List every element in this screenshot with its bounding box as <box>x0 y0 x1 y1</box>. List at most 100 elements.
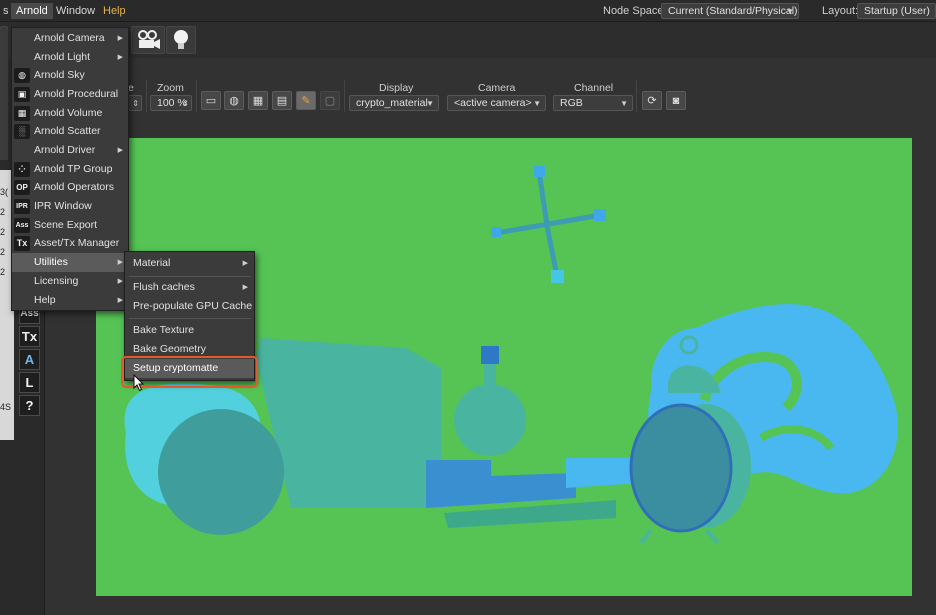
zoom-field[interactable]: 100 % ⇕ <box>150 95 192 111</box>
display-value: crypto_material <box>356 97 428 109</box>
menu-window[interactable]: Window <box>51 3 100 19</box>
palette-help-button[interactable]: ? <box>19 395 40 416</box>
menu-separator <box>129 276 251 277</box>
film-camera-icon <box>138 30 160 49</box>
submenu-arrow-icon: ▶ <box>117 54 123 61</box>
overlay-button[interactable]: ▤ <box>272 91 292 110</box>
chevron-down-icon: ▼ <box>426 99 434 108</box>
menu-item-help[interactable]: Help ▶ <box>12 291 128 310</box>
menu-item-ipr-window[interactable]: IPR IPR Window <box>12 197 128 216</box>
grid-icon: ▦ <box>252 95 264 107</box>
monitor-icon: ▭ <box>205 95 217 107</box>
truncated-spinner[interactable]: ⇕ <box>128 95 142 111</box>
menu-item-arnold-sky[interactable]: ◍ Arnold Sky <box>12 66 128 85</box>
brush-icon: ✎ <box>301 95 311 107</box>
submenu-arrow-icon: ▶ <box>117 297 123 304</box>
node-space-dropdown[interactable]: Current (Standard/Physical) ▼ <box>661 3 799 19</box>
region-button[interactable]: ▦ <box>248 91 268 110</box>
spinner-icon: ⇕ <box>182 99 189 108</box>
channel-value: RGB <box>560 97 583 109</box>
ass-export-icon: Ass <box>14 218 30 233</box>
menu-item-arnold-tp-group[interactable]: ⁘ Arnold TP Group <box>12 160 128 179</box>
bottle-cap-shape <box>481 346 499 364</box>
menu-item-prepopulate-gpu-cache[interactable]: Pre-populate GPU Cache <box>125 297 254 316</box>
palette-arnold-button[interactable]: A <box>19 349 40 370</box>
menu-item-asset-tx-manager[interactable]: Tx Asset/Tx Manager <box>12 234 128 253</box>
layout-value: Startup (User) <box>864 5 930 17</box>
bottle-shape <box>454 384 526 456</box>
arnold-camera-tool[interactable] <box>131 26 165 54</box>
menu-item-arnold-camera[interactable]: Arnold Camera ▶ <box>12 29 128 48</box>
menu-arnold[interactable]: Arnold <box>11 3 53 19</box>
layout-dropdown[interactable]: Startup (User) <box>857 3 936 19</box>
menu-separator <box>129 318 251 319</box>
operators-icon: OP <box>14 180 30 195</box>
left-panel-edge <box>0 30 8 160</box>
app-window: { "menubar": { "items": [ {"label": "s"}… <box>0 0 936 615</box>
channel-dropdown[interactable]: RGB ▼ <box>553 95 633 111</box>
menu-item-arnold-driver[interactable]: Arnold Driver ▶ <box>12 141 128 160</box>
ipr-icon: IPR <box>14 199 30 214</box>
camera-icon: ◙ <box>672 94 680 107</box>
palette-tx-button[interactable]: Tx <box>19 326 40 347</box>
chevron-down-icon: ▼ <box>620 99 628 108</box>
picker-button[interactable]: ✎ <box>296 91 316 110</box>
submenu-arrow-icon: ▶ <box>242 284 248 291</box>
arnold-light-tool[interactable] <box>166 26 196 54</box>
node-space-label: Node Space: <box>603 5 667 17</box>
chevron-down-icon: ▼ <box>533 99 541 108</box>
zoom-label: Zoom <box>157 82 184 94</box>
camera-dropdown[interactable]: <active camera> ▼ <box>447 95 546 111</box>
camera-value: <active camera> <box>454 97 532 109</box>
disabled-button[interactable]: ▢ <box>320 91 340 110</box>
scatter-icon: ░ <box>14 124 30 139</box>
display-dropdown[interactable]: crypto_material ▼ <box>349 95 439 111</box>
menu-item-material[interactable]: Material ▶ <box>125 254 254 273</box>
submenu-arrow-icon: ▶ <box>117 278 123 285</box>
toolbar-separator <box>196 80 197 112</box>
menu-item-utilities[interactable]: Utilities ▶ <box>12 253 128 272</box>
globe-button[interactable]: ◍ <box>224 91 244 110</box>
chevron-down-icon: ▼ <box>786 7 794 16</box>
submenu-arrow-icon: ▶ <box>117 147 123 154</box>
toolbar-separator <box>344 80 345 112</box>
node-space-value: Current (Standard/Physical) <box>668 5 798 17</box>
sky-sphere-icon: ◍ <box>14 68 30 83</box>
tp-group-icon: ⁘ <box>14 162 30 177</box>
tx-manager-icon: Tx <box>14 236 30 251</box>
submenu-arrow-icon: ▶ <box>117 259 123 266</box>
palette-l-button[interactable]: L <box>19 372 40 393</box>
menu-help[interactable]: Help <box>98 3 131 19</box>
toolbar-separator <box>636 80 637 112</box>
menu-item-licensing[interactable]: Licensing ▶ <box>12 272 128 291</box>
display-label: Display <box>379 82 414 94</box>
display-mode-button[interactable]: ▭ <box>201 91 221 110</box>
menu-item-flush-caches[interactable]: Flush caches ▶ <box>125 278 254 297</box>
menu-item-arnold-procedural[interactable]: ▣ Arnold Procedural <box>12 85 128 104</box>
menu-item-arnold-scatter[interactable]: ░ Arnold Scatter <box>12 122 128 141</box>
snapshot-button[interactable]: ◙ <box>666 91 686 110</box>
menu-item-bake-texture[interactable]: Bake Texture <box>125 321 254 340</box>
menu-item-arnold-volume[interactable]: ▦ Arnold Volume <box>12 104 128 123</box>
clock-face-shape <box>629 403 733 533</box>
procedural-icon: ▣ <box>14 87 30 102</box>
mouse-pointer-icon <box>133 374 145 392</box>
menu-item-scene-export[interactable]: Ass Scene Export <box>12 216 128 235</box>
spinner-icon: ⇕ <box>132 99 139 108</box>
refresh-icon: ⟳ <box>647 95 657 107</box>
camera-label: Camera <box>478 82 516 94</box>
channel-label: Channel <box>574 82 614 94</box>
arnold-menu: Arnold Camera ▶ Arnold Light ▶ ◍ Arnold … <box>11 27 129 311</box>
refresh-button[interactable]: ⟳ <box>642 91 662 110</box>
light-bulb-icon <box>174 30 188 49</box>
locator-shape <box>491 166 606 283</box>
square-icon: ▢ <box>324 95 336 107</box>
volume-icon: ▦ <box>14 106 30 121</box>
toolbar-separator <box>146 80 147 112</box>
menu-item-arnold-light[interactable]: Arnold Light ▶ <box>12 48 128 67</box>
left-strip-text-bottom: 4S <box>0 402 12 412</box>
menu-item-arnold-operators[interactable]: OP Arnold Operators <box>12 178 128 197</box>
globe-icon: ◍ <box>229 95 239 107</box>
overlay-icon: ▤ <box>276 95 288 107</box>
submenu-arrow-icon: ▶ <box>117 35 123 42</box>
